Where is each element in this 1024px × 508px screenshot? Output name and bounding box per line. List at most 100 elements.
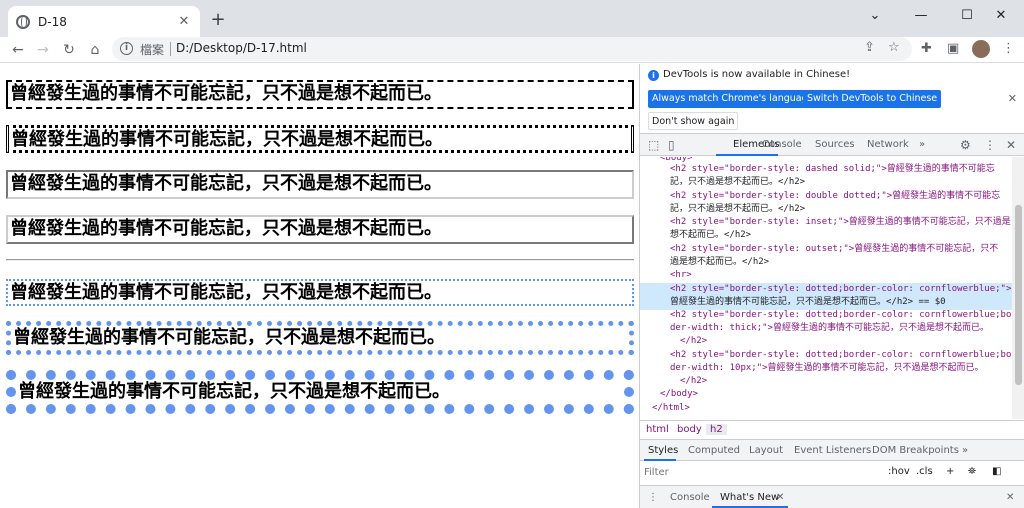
- drawer-tab-whats-new[interactable]: What's New: [720, 492, 779, 503]
- inspect-icon[interactable]: ⬚: [648, 138, 659, 152]
- share-icon[interactable]: ⇪: [864, 40, 875, 55]
- elements-scrollbar[interactable]: [1012, 157, 1024, 419]
- code-line[interactable]: <hr>: [670, 269, 1012, 282]
- active-tab-underline: [716, 154, 778, 156]
- close-notice-icon[interactable]: ✕: [1008, 92, 1017, 105]
- gear-icon[interactable]: ⚙: [960, 138, 971, 152]
- code-line[interactable]: <h2 style="border-style: outset;">曾經發生過的…: [670, 243, 1012, 256]
- code-line[interactable]: </html>: [652, 402, 1012, 415]
- crumb-body[interactable]: body: [677, 424, 702, 435]
- tab-search-icon[interactable]: ⌄: [852, 0, 898, 30]
- browser-window: D-18 ✕ + ⌄ — ☐ ✕ ← → ↻ ⌂ i 檔案 D:/Desktop…: [0, 0, 1024, 508]
- tab-console[interactable]: Console: [762, 139, 802, 150]
- close-tab-icon[interactable]: ✕: [176, 14, 192, 29]
- forward-icon[interactable]: →: [31, 39, 55, 61]
- bookmark-star-icon[interactable]: ☆: [888, 40, 900, 55]
- code-line[interactable]: </body>: [660, 388, 1012, 401]
- code-line[interactable]: 過是想不起而已。</h2>: [670, 256, 1012, 269]
- devtools-tab-bar: ⬚ ▯ Elements Console Sources Network » ⚙…: [640, 133, 1024, 156]
- drawer-tab-bar: ⋮ Console What's New ✕ ✕: [640, 485, 1024, 508]
- info-icon: i: [648, 70, 659, 81]
- heading-double-dotted: 曾經發生過的事情不可能忘記，只不過是想不起而已。: [6, 125, 634, 153]
- switch-chinese-button[interactable]: Switch DevTools to Chinese: [803, 90, 942, 108]
- heading-outset: 曾經發生過的事情不可能忘記，只不過是想不起而已。: [6, 215, 634, 244]
- heading-dotted-blue-10px: 曾經發生過的事情不可能忘記，只不過是想不起而已。: [6, 370, 634, 414]
- heading-dotted-blue: 曾經發生過的事情不可能忘記，只不過是想不起而已。: [6, 279, 634, 306]
- tab-layout[interactable]: Layout: [749, 445, 783, 456]
- tab-event-listeners[interactable]: Event Listeners: [794, 445, 871, 456]
- extensions-icon[interactable]: ✚: [921, 41, 932, 56]
- tab-dom-breakpoints[interactable]: DOM Breakpoints: [872, 445, 959, 456]
- omnibox-separator: [170, 42, 171, 56]
- close-drawer-icon[interactable]: ✕: [1006, 492, 1014, 503]
- toggle-sidebar-icon[interactable]: ◧: [992, 466, 1001, 477]
- info-icon[interactable]: i: [120, 42, 133, 55]
- tab-network[interactable]: Network: [867, 139, 909, 150]
- code-line[interactable]: </h2>: [680, 375, 1012, 388]
- crumb-html[interactable]: html: [646, 424, 669, 435]
- code-line-selected[interactable]: 曾經發生過的事情不可能忘記，只不過是想不起而已。</h2> == $0: [670, 296, 1012, 309]
- tab-computed[interactable]: Computed: [688, 445, 740, 456]
- match-language-button[interactable]: Always match Chrome's language: [648, 90, 818, 108]
- code-line[interactable]: 記，只不過是想不起而已。</h2>: [670, 203, 1012, 216]
- heading-dotted-blue-thick: 曾經發生過的事情不可能忘記，只不過是想不起而已。: [6, 321, 634, 355]
- code-line[interactable]: <h2 style="border-style: dashed solid;">…: [670, 163, 1012, 176]
- tab-sources[interactable]: Sources: [815, 139, 855, 150]
- reload-icon[interactable]: ↻: [57, 39, 81, 61]
- minimize-icon[interactable]: —: [898, 0, 944, 30]
- drawer-menu-icon[interactable]: ⋮: [648, 492, 658, 503]
- avatar[interactable]: [972, 40, 990, 58]
- globe-icon: [16, 14, 30, 29]
- kebab-menu-icon[interactable]: ⋮: [984, 138, 996, 152]
- crumb-h2[interactable]: h2: [706, 424, 727, 435]
- heading-dashed-solid: 曾經發生過的事情不可能忘記，只不過是想不起而已。: [6, 80, 634, 109]
- device-toggle-icon[interactable]: ▯: [668, 138, 675, 152]
- paint-icon[interactable]: ⛯: [968, 466, 976, 477]
- back-icon[interactable]: ←: [6, 39, 30, 61]
- menu-icon[interactable]: ⋮: [1002, 41, 1015, 56]
- horizontal-rule: [6, 259, 634, 261]
- browser-toolbar: ← → ↻ ⌂ i 檔案 D:/Desktop/D-17.html ⇪ ☆ ✚ …: [0, 37, 1024, 63]
- home-icon[interactable]: ⌂: [83, 39, 107, 61]
- code-line[interactable]: der-width: thick;">曾經發生過的事情不可能忘記，只不過是想不起…: [670, 322, 1012, 335]
- close-devtools-icon[interactable]: ✕: [1006, 138, 1016, 152]
- close-whats-new-icon[interactable]: ✕: [776, 492, 784, 503]
- devtools-panel: i DevTools is now available in Chinese! …: [639, 64, 1024, 508]
- tab-active[interactable]: D-18 ✕: [8, 6, 200, 37]
- omnibox[interactable]: i 檔案 D:/Desktop/D-17.html ⇪ ☆: [112, 37, 912, 61]
- add-rule-icon[interactable]: +: [946, 466, 954, 477]
- tab-styles[interactable]: Styles: [648, 445, 678, 456]
- close-window-icon[interactable]: ✕: [978, 0, 1024, 30]
- page-viewport: 曾經發生過的事情不可能忘記，只不過是想不起而已。 曾經發生過的事情不可能忘記，只…: [0, 64, 639, 508]
- filter-input[interactable]: [644, 464, 878, 480]
- dont-show-again-button[interactable]: Don't show again: [648, 112, 739, 130]
- more-style-tabs-icon[interactable]: »: [962, 445, 968, 456]
- styles-filter-bar: :hov .cls + ⛯ ◧: [640, 462, 1024, 482]
- more-tabs-icon[interactable]: »: [919, 139, 925, 150]
- cls-toggle[interactable]: .cls: [916, 466, 933, 477]
- breadcrumb: html body h2: [640, 420, 1024, 438]
- code-line[interactable]: <h2 style="border-style: double dotted;"…: [670, 190, 1012, 203]
- hov-toggle[interactable]: :hov: [888, 466, 910, 477]
- notice-text: DevTools is now available in Chinese!: [663, 69, 851, 80]
- url-text[interactable]: D:/Desktop/D-17.html: [176, 41, 307, 55]
- code-line[interactable]: 想不起而已。</h2>: [670, 229, 1012, 242]
- code-line[interactable]: <h2 style="border-style: dotted;border-c…: [670, 349, 1012, 362]
- code-line[interactable]: <h2 style="border-style: inset;">曾經發生過的事…: [670, 216, 1012, 229]
- scrollbar-thumb[interactable]: [1015, 205, 1022, 385]
- code-line[interactable]: </h2>: [680, 335, 1012, 348]
- drawer-tab-console[interactable]: Console: [670, 492, 710, 503]
- code-line[interactable]: <h2 style="border-style: dotted;border-c…: [670, 309, 1012, 322]
- code-line-selected[interactable]: <h2 style="border-style: dotted;border-c…: [670, 283, 1012, 296]
- side-panel-icon[interactable]: ▣: [947, 41, 959, 56]
- tab-title: D-18: [38, 14, 67, 29]
- new-tab-button[interactable]: +: [208, 9, 228, 30]
- elements-tree[interactable]: <body> <h2 style="border-style: dashed s…: [640, 157, 1012, 419]
- omnibox-scheme-label: 檔案: [140, 43, 165, 57]
- code-line[interactable]: 記，只不過是想不起而已。</h2>: [670, 176, 1012, 189]
- styles-tab-underline: [644, 459, 676, 461]
- language-notice: i DevTools is now available in Chinese! …: [640, 64, 1024, 130]
- code-line[interactable]: der-width: 10px;">曾經發生過的事情不可能忘記，只不過是想不起而…: [670, 362, 1012, 375]
- styles-tab-bar: Styles Computed Layout Event Listeners D…: [640, 439, 1024, 461]
- tab-strip: D-18 ✕ + ⌄ — ☐ ✕: [0, 0, 1024, 37]
